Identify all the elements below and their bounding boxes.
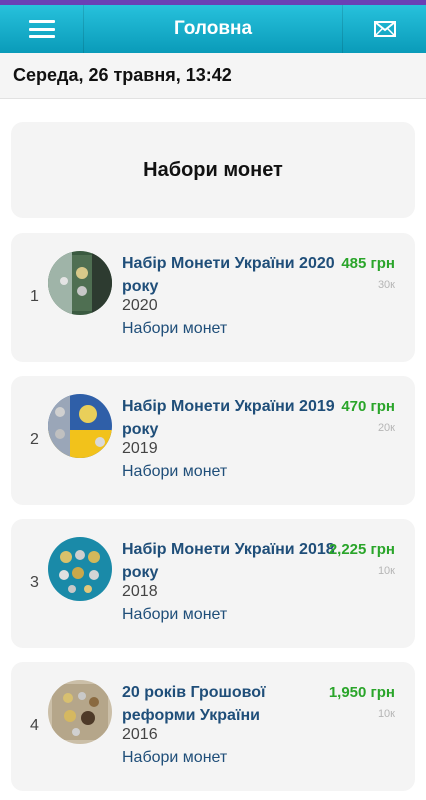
- item-price: 2,225 грн: [328, 541, 395, 558]
- item-title: 20 років Грошової реформи України: [122, 684, 266, 724]
- menu-button[interactable]: [0, 5, 84, 53]
- header-title: Головна: [173, 18, 253, 39]
- mail-button[interactable]: [342, 5, 426, 53]
- section-title[interactable]: Набори монет: [11, 122, 415, 218]
- item-views: 10к: [377, 565, 395, 577]
- list-item[interactable]: 2 Набір Монети України 2019 року 2019 На…: [11, 376, 415, 505]
- item-category: Набори монет: [122, 320, 228, 337]
- item-price: 485 грн: [341, 255, 395, 272]
- main-content: Набори монет 1 Набір Монети України 2020…: [0, 99, 426, 800]
- item-title: Набір Монети України 2020 року: [122, 255, 335, 295]
- item-year: 2018: [122, 583, 158, 600]
- coin-set-thumbnail: [48, 537, 112, 601]
- date-bar: Середа, 26 травня, 13:42: [0, 53, 426, 99]
- list-item[interactable]: 4 20 років Грошової реформи України 2016…: [11, 662, 415, 791]
- item-year: 2016: [122, 726, 158, 743]
- list-item[interactable]: 1 Набір Монети України 2020 року 2020 На…: [11, 233, 415, 362]
- item-views: 10к: [377, 708, 395, 720]
- hamburger-menu-icon: [28, 20, 55, 38]
- item-price: 470 грн: [341, 398, 395, 415]
- item-title: Набір Монети України 2018 року: [122, 541, 335, 581]
- item-index: 3: [30, 574, 39, 591]
- item-year: 2019: [122, 440, 158, 457]
- item-index: 4: [30, 717, 39, 734]
- item-views: 30к: [377, 279, 395, 291]
- item-views: 20к: [377, 422, 395, 434]
- item-category: Набори монет: [122, 749, 228, 766]
- envelope-icon: [373, 21, 396, 37]
- list-item[interactable]: 3 Набір Монети України 2018 року 2018 На…: [11, 519, 415, 648]
- item-year: 2020: [122, 297, 158, 314]
- coin-set-thumbnail: [48, 394, 112, 458]
- coin-set-thumbnail: [48, 251, 112, 315]
- coin-set-thumbnail: [48, 680, 112, 744]
- item-price: 1,950 грн: [328, 684, 395, 701]
- item-category: Набори монет: [122, 606, 228, 623]
- item-title: Набір Монети України 2019 року: [122, 398, 335, 438]
- app-header: Головна: [0, 5, 426, 53]
- item-index: 1: [30, 288, 39, 305]
- item-category: Набори монет: [122, 463, 228, 480]
- item-index: 2: [30, 431, 39, 448]
